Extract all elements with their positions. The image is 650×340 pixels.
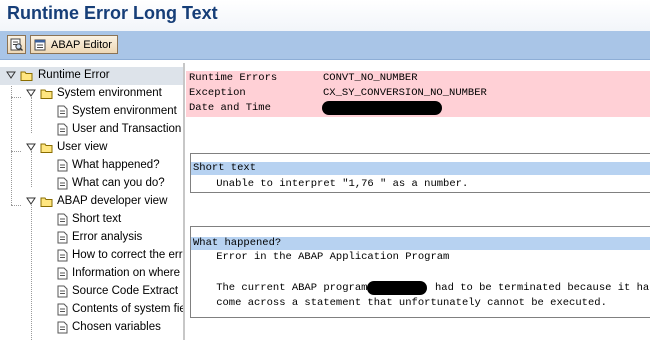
header-row-runtime-errors: Runtime Errors CONVT_NO_NUMBER <box>186 72 650 86</box>
redacted-date-time <box>322 101 442 115</box>
document-icon <box>57 123 68 136</box>
tree-item-what-happened[interactable]: What happened? <box>0 157 183 175</box>
document-icon <box>57 303 68 316</box>
tree-item-contents-of-system-fields[interactable]: Contents of system fields <box>0 301 183 319</box>
folder-icon <box>40 89 53 99</box>
tree-item-error-analysis[interactable]: Error analysis <box>0 229 183 247</box>
collapse-triangle-icon[interactable] <box>26 88 36 98</box>
tree-item-system-environment[interactable]: System environment <box>0 103 183 121</box>
short-text-header: Short text <box>191 162 650 175</box>
what-happened-title: What happened? <box>193 237 282 249</box>
title-bar: Runtime Error Long Text <box>0 0 650 32</box>
tree-node-user-view[interactable]: User view <box>0 139 183 157</box>
tree-item-label: Information on where terminated <box>72 267 183 279</box>
document-icon <box>57 285 68 298</box>
page-title: Runtime Error Long Text <box>7 3 218 23</box>
tree-node-runtime-error[interactable]: Runtime Error <box>0 67 183 85</box>
document-icon <box>57 321 68 334</box>
document-icon <box>57 159 68 172</box>
folder-icon <box>20 71 33 81</box>
tree-item-label: Chosen variables <box>72 321 161 333</box>
what-happened-section: What happened? Error in the ABAP Applica… <box>190 226 650 318</box>
tree-item-label: What can you do? <box>72 177 165 189</box>
what-happened-line-2-start: The current ABAP program <box>191 282 368 294</box>
error-long-text-area: Runtime Errors CONVT_NO_NUMBER Exception… <box>186 63 650 340</box>
what-happened-line-2-end: had to be terminated because it has <box>435 282 650 294</box>
tree-item-label: How to correct the error <box>72 249 185 261</box>
what-happened-header: What happened? <box>191 237 650 250</box>
what-happened-line-1: Error in the ABAP Application Program <box>191 251 450 263</box>
tree-item-chosen-variables[interactable]: Chosen variables <box>0 319 183 337</box>
header-row-exception: Exception CX_SY_CONVERSION_NO_NUMBER <box>186 87 650 101</box>
tree-item-label: Contents of system fields <box>72 303 185 315</box>
tree-item-information-on-where[interactable]: Information on where terminated <box>0 265 183 283</box>
document-icon <box>57 231 68 244</box>
tree-node-label: User view <box>57 141 108 153</box>
navigation-tree[interactable]: Runtime Error System environment System … <box>0 63 185 340</box>
document-icon <box>57 105 68 118</box>
tree-item-label: System environment <box>72 105 177 117</box>
header-value: CX_SY_CONVERSION_NO_NUMBER <box>323 87 487 99</box>
tree-item-what-can-you-do[interactable]: What can you do? <box>0 175 183 193</box>
redacted-program-name <box>367 281 427 295</box>
tree-item-label: Error analysis <box>72 231 143 243</box>
display-document-icon <box>10 38 23 51</box>
document-icon <box>57 249 68 262</box>
tree-item-label: User and Transaction <box>72 123 182 135</box>
abap-editor-button[interactable]: ABAP Editor <box>30 35 118 54</box>
tree-item-label: What happened? <box>72 159 160 171</box>
abap-editor-label: ABAP Editor <box>51 38 112 51</box>
document-icon <box>57 213 68 226</box>
document-icon <box>57 267 68 280</box>
collapse-triangle-icon[interactable] <box>6 70 16 80</box>
short-text-section: Short text Unable to interpret "1,76 " a… <box>190 153 650 193</box>
application-toolbar: ABAP Editor <box>0 31 650 60</box>
tree-item-how-to-correct[interactable]: How to correct the error <box>0 247 183 265</box>
collapse-triangle-icon[interactable] <box>26 196 36 206</box>
short-text-title: Short text <box>193 162 257 174</box>
folder-icon <box>40 197 53 207</box>
tree-item-label: Source Code Extract <box>72 285 179 297</box>
tree-node-abap-developer-view[interactable]: ABAP developer view <box>0 193 183 211</box>
tree-node-label: ABAP developer view <box>57 195 168 207</box>
header-label: Runtime Errors <box>189 72 278 84</box>
tree-item-short-text[interactable]: Short text <box>0 211 183 229</box>
abap-editor-icon <box>34 39 46 50</box>
document-icon <box>57 177 68 190</box>
folder-icon <box>40 143 53 153</box>
display-document-button[interactable] <box>7 35 26 54</box>
tree-item-label: Short text <box>72 213 122 225</box>
tree-node-label: System environment <box>57 87 162 99</box>
header-label: Date and Time <box>189 102 271 114</box>
header-row-date-and-time: Date and Time <box>186 101 650 116</box>
header-label: Exception <box>189 87 246 99</box>
what-happened-line-3: come across a statement that unfortunate… <box>191 297 607 309</box>
tree-item-source-code-extract[interactable]: Source Code Extract <box>0 283 183 301</box>
tree-node-label: Runtime Error <box>38 69 110 81</box>
header-value: CONVT_NO_NUMBER <box>323 72 418 84</box>
short-text-line: Unable to interpret "1,76 " as a number. <box>191 178 469 190</box>
tree-item-user-and-transaction[interactable]: User and Transaction <box>0 121 183 139</box>
error-header-block: Runtime Errors CONVT_NO_NUMBER Exception… <box>186 71 650 117</box>
tree-node-system-environment[interactable]: System environment <box>0 85 183 103</box>
collapse-triangle-icon[interactable] <box>26 142 36 152</box>
